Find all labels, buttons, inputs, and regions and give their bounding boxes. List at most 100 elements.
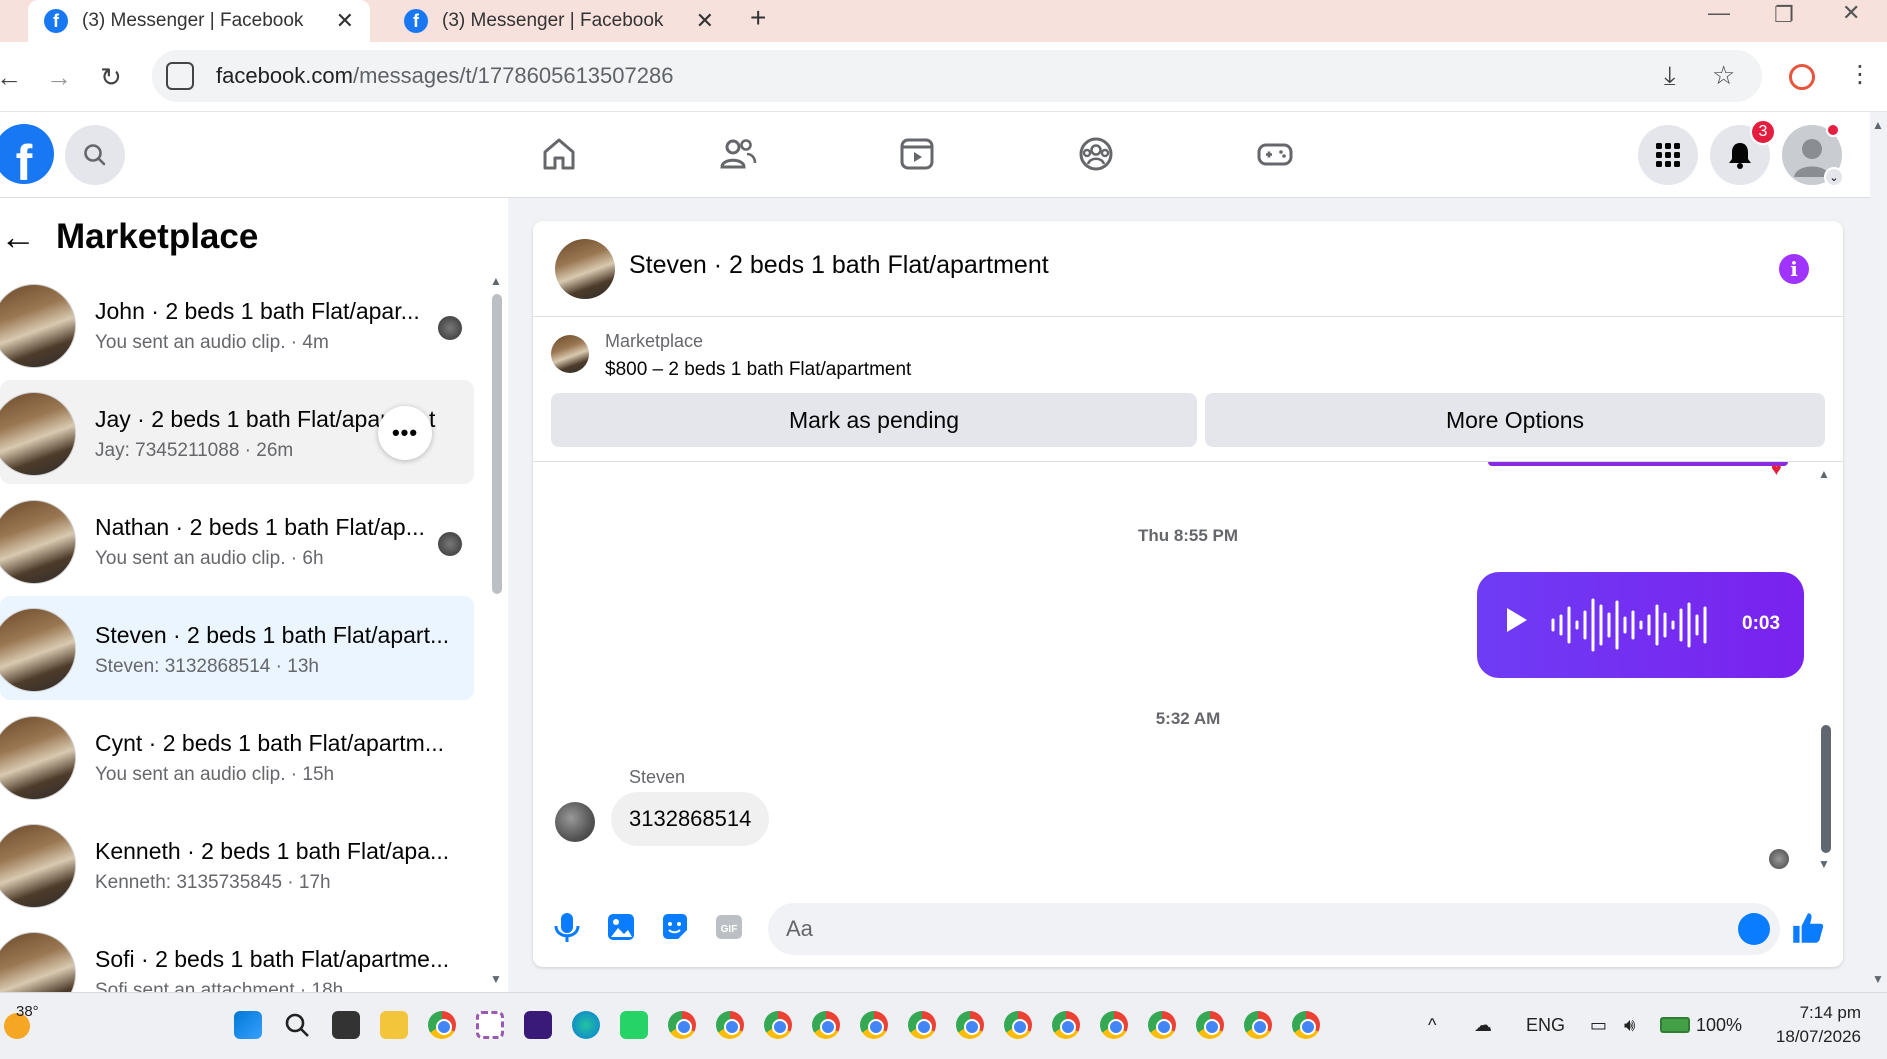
conversation-item-active[interactable]: Steven · 2 beds 1 bath Flat/apart... Ste… (0, 596, 474, 700)
chat-title[interactable]: Steven · 2 beds 1 bath Flat/apartment (629, 251, 1049, 280)
chrome-profile-icon[interactable] (956, 1011, 984, 1039)
forward-icon[interactable]: → (46, 62, 72, 93)
scroll-up-icon[interactable]: ▲ (490, 274, 502, 288)
sidebar-header: ← Marketplace (0, 216, 258, 258)
chrome-menu-icon[interactable]: ⋮ (1848, 60, 1872, 89)
more-options-button[interactable]: More Options (1205, 393, 1825, 447)
app-icon[interactable] (524, 1011, 552, 1039)
chrome-profile-icon[interactable] (1244, 1011, 1272, 1039)
play-icon[interactable] (1507, 608, 1527, 632)
page-scroll-up-icon[interactable]: ▲ (1872, 118, 1884, 132)
chrome-profile-icon[interactable] (1148, 1011, 1176, 1039)
volume-icon[interactable]: 🔊︎ (1624, 1015, 1635, 1036)
video-icon[interactable] (897, 134, 937, 174)
minimize-icon[interactable]: — (1708, 0, 1730, 26)
chevron-down-icon[interactable]: ⌄ (1824, 167, 1844, 187)
restore-icon[interactable]: ❐ (1774, 2, 1794, 28)
listing-price-title[interactable]: $800 – 2 beds 1 bath Flat/apartment (605, 359, 911, 381)
back-arrow-icon[interactable]: ← (0, 216, 36, 258)
chrome-profile-icon[interactable] (908, 1011, 936, 1039)
friends-icon[interactable] (718, 134, 758, 174)
page-scroll-down-icon[interactable]: ▼ (1872, 972, 1884, 986)
new-tab-button[interactable]: + (750, 2, 766, 34)
edge-icon[interactable] (572, 1011, 600, 1039)
chrome-profile-icon[interactable] (1100, 1011, 1128, 1039)
photo-icon[interactable] (603, 909, 639, 945)
profile-icon[interactable] (1789, 64, 1815, 90)
conversation-item[interactable]: Jay · 2 beds 1 bath Flat/apart t Jay: 734… (0, 380, 474, 484)
url-text[interactable]: facebook.com/messages/t/1778605613507286 (216, 63, 673, 89)
chrome-profile-icon[interactable] (860, 1011, 888, 1039)
system-clock[interactable]: 7:14 pm 18/07/2026 (1776, 1001, 1861, 1049)
emoji-icon[interactable] (1738, 913, 1770, 945)
chrome-icon[interactable] (428, 1011, 456, 1039)
groups-icon[interactable] (1076, 134, 1116, 174)
snipping-tool-icon[interactable] (476, 1011, 504, 1039)
sticker-icon[interactable] (657, 909, 693, 945)
close-window-icon[interactable]: ✕ (1842, 0, 1860, 26)
chat-scrollbar[interactable] (1821, 725, 1831, 853)
info-icon[interactable]: i (1779, 254, 1809, 284)
sender-avatar[interactable] (555, 802, 595, 842)
scroll-up-icon[interactable]: ▲ (1818, 467, 1830, 481)
browser-tab[interactable]: f (3) Messenger | Facebook ✕ (388, 0, 730, 42)
chrome-profile-icon[interactable] (1292, 1011, 1320, 1039)
listing-thumbnail[interactable] (551, 335, 589, 373)
mark-as-pending-button[interactable]: Mark as pending (551, 393, 1197, 447)
scroll-down-icon[interactable]: ▼ (1818, 857, 1830, 871)
chrome-profile-icon[interactable] (1196, 1011, 1224, 1039)
listing-thumbnail (0, 500, 76, 584)
browser-tab-active[interactable]: f (3) Messenger | Facebook ✕ (28, 0, 370, 42)
close-tab-icon[interactable]: ✕ (696, 8, 714, 34)
chrome-profile-icon[interactable] (716, 1011, 744, 1039)
start-button[interactable] (234, 1011, 262, 1039)
back-icon[interactable]: ← (0, 62, 22, 93)
conversation-title: Nathan · 2 beds 1 bath Flat/ap... (95, 514, 425, 540)
audio-message[interactable]: 0:03 (1477, 572, 1804, 678)
chrome-profile-icon[interactable] (812, 1011, 840, 1039)
chrome-profile-icon[interactable] (764, 1011, 792, 1039)
whatsapp-icon[interactable] (620, 1011, 648, 1039)
more-options-button[interactable]: ••• (378, 406, 432, 460)
notifications-button[interactable]: 3 (1710, 119, 1776, 185)
clock-time: 7:14 pm (1799, 1003, 1861, 1022)
conversation-item[interactable]: Nathan · 2 beds 1 bath Flat/ap... You se… (0, 488, 474, 592)
onedrive-icon[interactable]: ☁ (1474, 1015, 1492, 1036)
install-app-icon[interactable]: ⤓ (1664, 60, 1676, 92)
language-indicator[interactable]: ENG (1526, 1015, 1565, 1036)
listing-avatar[interactable] (555, 239, 615, 299)
battery-icon[interactable] (1660, 1017, 1690, 1033)
home-icon[interactable] (539, 134, 579, 174)
task-view-icon[interactable] (332, 1011, 360, 1039)
address-toolbar: ← → ↻ facebook.com/messages/t/1778605613… (0, 42, 1887, 112)
reload-icon[interactable]: ↻ (100, 62, 122, 93)
chrome-profile-icon[interactable] (1052, 1011, 1080, 1039)
account-avatar-button[interactable]: ⌄ (1782, 123, 1844, 187)
conversation-item[interactable]: Kenneth · 2 beds 1 bath Flat/apa... Kenn… (0, 812, 474, 916)
conversation-item[interactable]: Sofi · 2 beds 1 bath Flat/apartme... Sof… (0, 920, 474, 992)
conversation-item[interactable]: Cynt · 2 beds 1 bath Flat/apartm... You … (0, 704, 474, 808)
conversation-item[interactable]: John · 2 beds 1 bath Flat/apar... You se… (0, 272, 474, 376)
network-icon[interactable]: ▭ (1590, 1015, 1607, 1036)
chrome-icon[interactable] (668, 1011, 696, 1039)
incoming-message-bubble[interactable]: 3132868514 (611, 792, 770, 846)
microphone-icon[interactable] (549, 909, 585, 945)
chevron-up-icon[interactable]: ^ (1428, 1015, 1436, 1036)
sidebar-scrollbar[interactable] (492, 294, 502, 594)
gaming-icon[interactable] (1255, 134, 1295, 174)
bookmark-star-icon[interactable]: ☆ (1712, 60, 1735, 91)
message-input[interactable]: Aa (768, 903, 1780, 955)
gif-icon[interactable]: GIF (711, 909, 747, 945)
facebook-logo-icon[interactable]: f (0, 124, 54, 184)
menu-button[interactable] (1638, 125, 1698, 185)
thumbs-up-icon[interactable] (1789, 909, 1827, 947)
chrome-profile-icon[interactable] (1004, 1011, 1032, 1039)
search-button[interactable] (65, 125, 125, 185)
search-icon[interactable] (283, 1011, 311, 1039)
close-tab-icon[interactable]: ✕ (336, 8, 354, 34)
scroll-down-icon[interactable]: ▼ (490, 972, 502, 986)
url-bar[interactable]: facebook.com/messages/t/1778605613507286… (152, 50, 1762, 102)
facebook-favicon-icon: f (404, 9, 428, 33)
site-settings-icon[interactable] (166, 62, 194, 90)
file-explorer-icon[interactable] (380, 1011, 408, 1039)
